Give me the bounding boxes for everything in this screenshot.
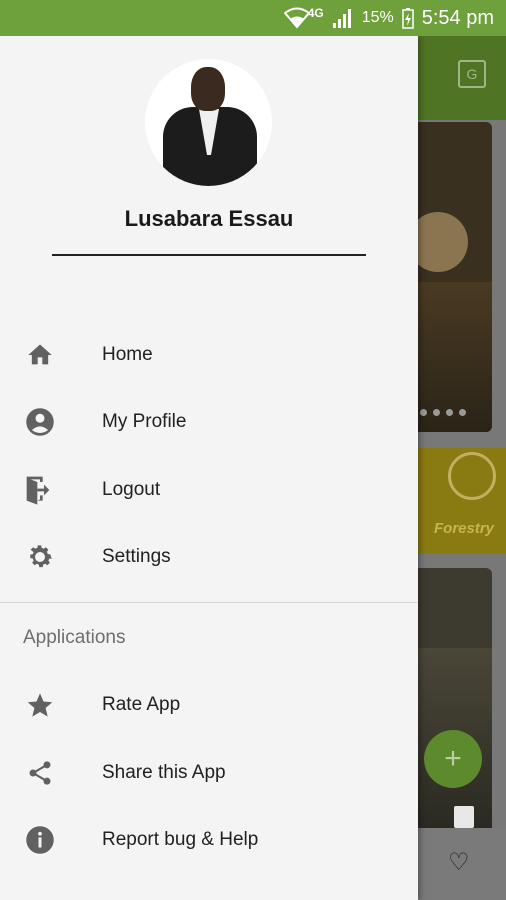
menu-item-partial[interactable] (0, 874, 418, 900)
menu-divider (0, 602, 418, 603)
menu-item-label: Home (102, 344, 153, 365)
menu-item-label: Report bug & Help (102, 829, 259, 850)
battery-charging-icon (401, 7, 414, 29)
avatar[interactable] (145, 59, 272, 186)
star-icon (22, 687, 58, 723)
globe-icon (448, 452, 496, 500)
network-type: 4G (307, 6, 324, 20)
logout-door-icon (22, 472, 58, 508)
section-title: Applications (23, 627, 126, 648)
menu-item-rate-app[interactable]: Rate App (0, 672, 418, 738)
share-icon (22, 755, 58, 791)
menu-item-logout[interactable]: Logout (0, 457, 418, 523)
featured-card[interactable] (418, 122, 492, 432)
battery-level: 15% (361, 9, 394, 26)
note-icon (454, 806, 474, 828)
name-underline (52, 254, 366, 256)
lock-icon (22, 889, 58, 900)
menu-item-label: Rate App (102, 694, 181, 715)
category-label: Forestry (434, 520, 495, 537)
menu-item-my-profile[interactable]: My Profile (0, 389, 418, 455)
menu-item-share-app[interactable]: Share this App (0, 740, 418, 806)
card-image (418, 212, 468, 272)
menu-item-label: My Profile (102, 411, 187, 432)
article-card[interactable] (418, 568, 492, 828)
menu-item-label: Logout (102, 479, 161, 500)
status-bar: 4G 15% 5:54 pm (0, 0, 506, 36)
menu-item-label: Share this App (102, 762, 226, 783)
home-icon (22, 337, 58, 373)
add-icon[interactable]: + (424, 730, 482, 788)
signal-icon (332, 7, 354, 29)
clock: 5:54 pm (421, 6, 494, 29)
category-tile-forestry[interactable]: Forestry (418, 448, 506, 554)
navigation-drawer: Lusabara Essau Home My Profile Logout Se… (0, 36, 418, 900)
background-app: G Forestry + ♡ (418, 36, 506, 900)
menu-item-settings[interactable]: Settings (0, 524, 418, 590)
wifi-icon (283, 7, 310, 29)
background-toolbar: G (418, 36, 506, 120)
user-name: Lusabara Essau (124, 206, 294, 231)
info-icon (22, 822, 58, 858)
account-circle-icon (22, 404, 58, 440)
heart-icon[interactable]: ♡ (448, 848, 470, 877)
carousel-indicator (420, 409, 466, 416)
menu-item-label: Settings (102, 546, 171, 567)
translate-icon[interactable]: G (458, 60, 486, 88)
menu-item-report-bug[interactable]: Report bug & Help (0, 807, 418, 873)
menu-item-home[interactable]: Home (0, 322, 418, 388)
gear-icon (22, 539, 58, 575)
